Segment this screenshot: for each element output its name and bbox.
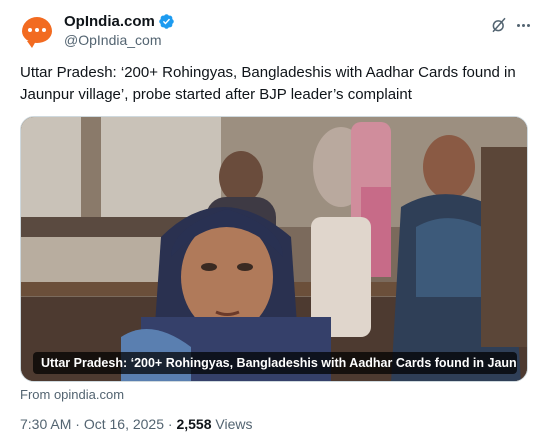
display-name-row[interactable]: OpIndia.com	[64, 12, 175, 31]
video-thumbnail	[21, 117, 527, 381]
display-name[interactable]: OpIndia.com	[64, 12, 155, 31]
account-names: OpIndia.com @OpIndia_com	[64, 12, 175, 50]
views-label: Views	[211, 416, 253, 432]
media-card[interactable]: Uttar Pradesh: ‘200+ Rohingyas, Banglade…	[20, 116, 528, 382]
meta-separator: ·	[71, 416, 84, 432]
tweet-text: Uttar Pradesh: ‘200+ Rohingyas, Banglade…	[20, 64, 516, 103]
grok-icon[interactable]	[490, 16, 508, 34]
tweet-date[interactable]: Oct 16, 2025	[84, 416, 164, 432]
meta-separator-2: ·	[164, 416, 177, 432]
account-handle[interactable]: @OpIndia_com	[64, 31, 175, 50]
link-source[interactable]: From opindia.com	[20, 387, 124, 402]
opindia-logo-icon	[22, 17, 52, 48]
tweet-time[interactable]: 7:30 AM	[20, 416, 71, 432]
avatar[interactable]	[20, 13, 54, 48]
tweet-meta: 7:30 AM · Oct 16, 2025 · 2,558 Views	[20, 416, 252, 432]
views-count[interactable]: 2,558	[176, 416, 211, 432]
tweet-header: OpIndia.com @OpIndia_com	[20, 10, 530, 50]
media-caption: Uttar Pradesh: ‘200+ Rohingyas, Banglade…	[33, 352, 517, 374]
verified-badge-icon	[159, 14, 174, 29]
more-options-icon[interactable]	[514, 16, 532, 34]
